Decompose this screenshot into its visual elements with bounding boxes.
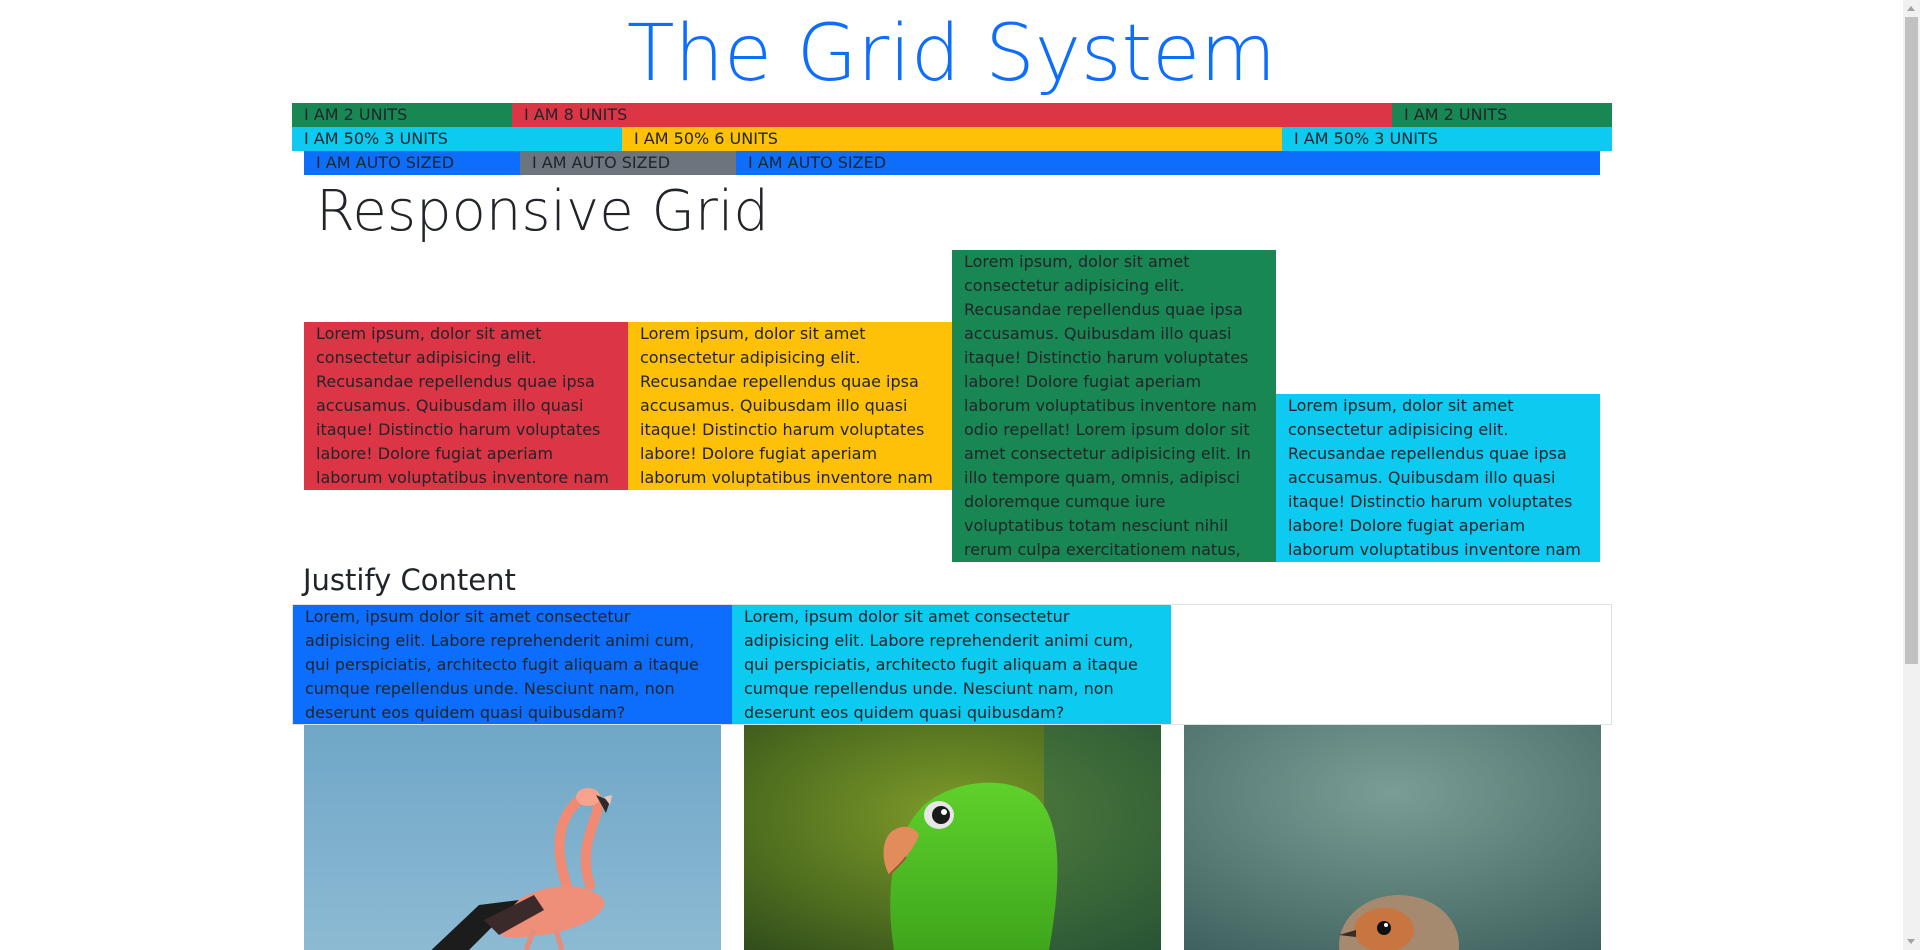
justify-card-cyan: Lorem, ipsum dolor sit amet consectetur … — [732, 605, 1171, 724]
page-title: The Grid System — [626, 9, 1277, 99]
responsive-card-yellow: Lorem ipsum, dolor sit amet consectetur … — [628, 322, 952, 490]
justify-content-row: Lorem, ipsum dolor sit amet consectetur … — [292, 604, 1612, 725]
justify-card-text: Lorem, ipsum dolor sit amet consectetur … — [744, 607, 1138, 722]
robin-illustration — [1184, 725, 1601, 950]
responsive-grid-heading: Responsive Grid — [316, 179, 769, 244]
responsive-card-text: Lorem ipsum, dolor sit amet consectetur … — [1288, 396, 1581, 559]
flamingo-illustration — [304, 725, 721, 950]
auto-box-second: I AM AUTO SIZED — [520, 151, 736, 175]
responsive-card-green: Lorem ipsum, dolor sit amet consectetur … — [952, 250, 1276, 562]
auto-box-first: I AM AUTO SIZED — [304, 151, 520, 175]
auto-box-label: I AM AUTO SIZED — [316, 153, 455, 172]
flamingo-image — [304, 725, 721, 950]
unit-box-label: I AM 2 UNITS — [304, 105, 408, 124]
parrot-illustration — [744, 725, 1161, 950]
scroll-up-arrow-icon[interactable] — [1907, 6, 1915, 11]
responsive-card-text: Lorem ipsum, dolor sit amet consectetur … — [964, 252, 1257, 559]
scroll-down-arrow-icon[interactable] — [1907, 939, 1915, 944]
unit-box-2-right: I AM 2 UNITS — [1392, 103, 1612, 127]
auto-box-label: I AM AUTO SIZED — [532, 153, 671, 172]
responsive-card-cyan: Lorem ipsum, dolor sit amet consectetur … — [1276, 394, 1600, 562]
unit-box-label: I AM 8 UNITS — [524, 105, 628, 124]
vertical-scrollbar[interactable] — [1903, 0, 1920, 950]
justify-card-text: Lorem, ipsum dolor sit amet consectetur … — [305, 607, 699, 722]
percent-box-label: I AM 50% 6 UNITS — [634, 129, 778, 148]
unit-box-label: I AM 2 UNITS — [1404, 105, 1508, 124]
auto-box-label: I AM AUTO SIZED — [748, 153, 887, 172]
responsive-card-red: Lorem ipsum, dolor sit amet consectetur … — [304, 322, 628, 490]
percent-box-middle: I AM 50% 6 UNITS — [622, 127, 1282, 151]
responsive-card-text: Lorem ipsum, dolor sit amet consectetur … — [640, 324, 933, 487]
percent-box-left: I AM 50% 3 UNITS — [292, 127, 622, 151]
percent-box-right: I AM 50% 3 UNITS — [1282, 127, 1612, 151]
percent-box-label: I AM 50% 3 UNITS — [1294, 129, 1438, 148]
justify-card-blue: Lorem, ipsum dolor sit amet consectetur … — [293, 605, 732, 724]
unit-box-8: I AM 8 UNITS — [512, 103, 1392, 127]
percent-box-label: I AM 50% 3 UNITS — [304, 129, 448, 148]
auto-box-third: I AM AUTO SIZED — [736, 151, 1600, 175]
unit-box-2-left: I AM 2 UNITS — [292, 103, 512, 127]
parrot-image — [744, 725, 1161, 950]
robin-image — [1184, 725, 1601, 950]
responsive-card-text: Lorem ipsum, dolor sit amet consectetur … — [316, 324, 609, 487]
scrollbar-thumb[interactable] — [1905, 17, 1918, 664]
justify-content-heading: Justify Content — [303, 563, 516, 597]
